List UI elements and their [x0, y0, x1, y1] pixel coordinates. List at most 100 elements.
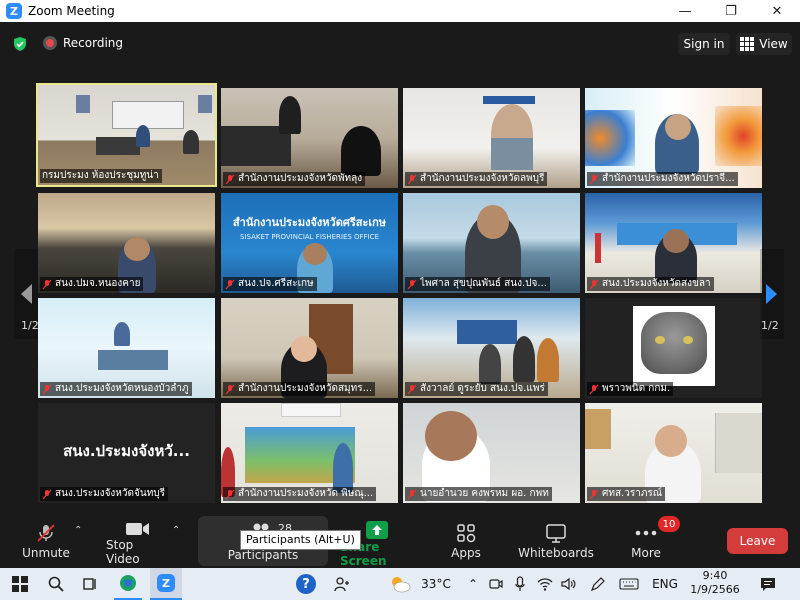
- video-tile[interactable]: สำนักงานประมงจังหวัดสมุทร...: [221, 298, 398, 398]
- participant-name: พราวพนิต กกม.: [602, 383, 671, 394]
- participants-label: Participants: [227, 548, 299, 562]
- muted-mic-icon: [407, 384, 417, 394]
- muted-mic-icon: [407, 174, 417, 184]
- view-label: View: [759, 37, 788, 51]
- grid-view-icon: [740, 37, 755, 51]
- participant-name: สังวาลย์ ดูระยับ สนง.ปจ.แพร่: [420, 383, 545, 394]
- wifi-icon[interactable]: [534, 568, 556, 600]
- view-button[interactable]: View: [736, 33, 792, 55]
- stop-video-button[interactable]: Stop Video: [106, 520, 170, 566]
- video-tile[interactable]: ศทส.วราภรณ์: [585, 403, 762, 503]
- office-sign-text: สำนักงานประมงจังหวัดศรีสะเกษ: [232, 216, 387, 229]
- video-options-caret-icon[interactable]: ⌃: [172, 525, 180, 536]
- video-tile[interactable]: สำนักงานประมงจังหวัด พิษณุ...: [221, 403, 398, 503]
- participant-name: สนง.ปมจ.หนองคาย: [55, 278, 141, 289]
- recording-label: Recording: [63, 36, 124, 50]
- zoom-app-icon[interactable]: Z: [150, 568, 182, 600]
- video-gallery: กรมประมง ห้องประชุมทูน่า สำนักงานประมงจั…: [0, 64, 800, 516]
- participant-name: สำนักงานประมงจังหวัดพัทลุง: [238, 173, 363, 184]
- video-tile[interactable]: กรมประมง ห้องประชุมทูน่า: [36, 83, 217, 187]
- participant-name-label: สำนักงานประมงจังหวัด พิษณุ...: [223, 487, 377, 501]
- arrow-right-icon: [766, 284, 777, 304]
- participant-name: สำนักงานประมงจังหวัดลพบุรี: [420, 173, 545, 184]
- participant-name-label: สำนักงานประมงจังหวัดลพบุรี: [405, 172, 548, 186]
- muted-mic-icon: [407, 279, 417, 289]
- audio-options-caret-icon[interactable]: ⌃: [74, 525, 82, 536]
- notifications-icon[interactable]: [754, 568, 782, 600]
- participant-name-label: ไพศาล สุขปุณพันธ์ สนง.ปจ...: [405, 277, 550, 291]
- participant-name-label: สำนักงานประมงจังหวัดสมุทร...: [223, 382, 376, 396]
- video-camera-icon: [126, 523, 149, 535]
- input-language-indicator[interactable]: ENG: [648, 568, 682, 600]
- video-tile[interactable]: สำนักงานประมงจังหวัดปราจี...: [585, 88, 762, 188]
- unmute-label: Unmute: [22, 546, 70, 560]
- participant-name: ศทส.วราภรณ์: [602, 488, 663, 499]
- participant-name: กรมประมง ห้องประชุมทูน่า: [42, 170, 159, 181]
- record-dot-icon: [43, 36, 57, 50]
- volume-icon[interactable]: [558, 568, 580, 600]
- apps-button[interactable]: Apps: [446, 520, 486, 564]
- browser-app-icon[interactable]: [114, 568, 142, 600]
- weather-icon[interactable]: [386, 568, 414, 600]
- participant-name: สนง.ปจ.ศรีสะเกษ: [238, 278, 314, 289]
- touch-keyboard-icon[interactable]: [616, 568, 642, 600]
- video-tile[interactable]: สังวาลย์ ดูระยับ สนง.ปจ.แพร่: [403, 298, 580, 398]
- participant-name-label: ศทส.วราภรณ์: [587, 487, 666, 501]
- whiteboards-button[interactable]: Whiteboards: [516, 520, 596, 564]
- close-button[interactable]: ✕: [754, 0, 800, 22]
- participant-name-label: สนง.ประมงจังหวัดหนองบัวลำภู: [40, 382, 192, 396]
- apps-icon: [457, 524, 476, 543]
- search-icon[interactable]: [42, 568, 70, 600]
- minimize-button[interactable]: —: [662, 0, 708, 22]
- video-tile[interactable]: สนง.ปมจ.หนองคาย: [38, 193, 215, 293]
- zoom-logo-icon: Z: [6, 3, 22, 19]
- help-icon[interactable]: ?: [292, 568, 320, 600]
- clock-date: 1/9/2566: [690, 583, 740, 596]
- participant-name-label: สนง.ปจ.ศรีสะเกษ: [223, 277, 317, 291]
- participant-name: สำนักงานประมงจังหวัดปราจี...: [602, 173, 735, 184]
- more-notification-badge: 10: [658, 516, 680, 532]
- microphone-muted-icon: [37, 524, 55, 542]
- participant-name-label: สังวาลย์ ดูระยับ สนง.ปจ.แพร่: [405, 382, 548, 396]
- muted-mic-icon: [589, 384, 599, 394]
- leave-button[interactable]: Leave: [727, 528, 788, 554]
- participant-display-name: สนง.ประมงจังหวั...: [63, 442, 190, 460]
- participant-name-label: พราวพนิต กกม.: [587, 382, 674, 396]
- video-tile[interactable]: สนง.ประมงจังหวัดหนองบัวลำภู: [38, 298, 215, 398]
- video-tile[interactable]: นายอำนวย คงพรหม ผอ. กพท: [403, 403, 580, 503]
- participant-name-label: สำนักงานประมงจังหวัดปราจี...: [587, 172, 738, 186]
- video-tile[interactable]: พราวพนิต กกม.: [585, 298, 762, 398]
- sign-in-button[interactable]: Sign in: [678, 33, 730, 55]
- maximize-button[interactable]: ❐: [708, 0, 754, 22]
- temperature-text[interactable]: 33°C: [416, 568, 456, 600]
- task-view-icon[interactable]: [76, 568, 104, 600]
- video-tile[interactable]: สนง.ประมงจังหวั... สนง.ประมงจังหวัดจันทบ…: [38, 403, 215, 503]
- participant-name: ไพศาล สุขปุณพันธ์ สนง.ปจ...: [420, 278, 547, 289]
- camera-in-use-icon[interactable]: [486, 568, 506, 600]
- office-sign-english: SISAKET PROVINCIAL FISHERIES OFFICE: [240, 233, 379, 241]
- participant-name-label: สนง.ปมจ.หนองคาย: [40, 277, 144, 291]
- video-tile[interactable]: สำนักงานประมงจังหวัดพัทลุง: [221, 88, 398, 188]
- microphone-in-use-icon[interactable]: [510, 568, 530, 600]
- participant-name-label: สนง.ประมงจังหวัดสงขลา: [587, 277, 714, 291]
- unmute-button[interactable]: Unmute: [22, 520, 70, 564]
- window-titlebar: Z Zoom Meeting — ❐ ✕: [0, 0, 800, 22]
- meeting-topbar: Recording Sign in View: [0, 22, 800, 64]
- windows-start-icon[interactable]: [6, 568, 34, 600]
- video-tile[interactable]: สนง.ประมงจังหวัดสงขลา: [585, 193, 762, 293]
- security-shield-icon[interactable]: [12, 36, 28, 52]
- video-tile[interactable]: ไพศาล สุขปุณพันธ์ สนง.ปจ...: [403, 193, 580, 293]
- video-tile[interactable]: สำนักงานประมงจังหวัดศรีสะเกษ SISAKET PRO…: [221, 193, 398, 293]
- muted-mic-icon: [42, 384, 52, 394]
- people-icon[interactable]: [330, 568, 354, 600]
- window-title: Zoom Meeting: [28, 4, 115, 18]
- show-hidden-icons-icon[interactable]: ⌃: [464, 568, 482, 600]
- participant-name: สำนักงานประมงจังหวัดสมุทร...: [238, 383, 373, 394]
- muted-mic-icon: [225, 174, 235, 184]
- pen-icon[interactable]: [586, 568, 610, 600]
- video-tile[interactable]: สำนักงานประมงจังหวัดลพบุรี: [403, 88, 580, 188]
- recording-indicator[interactable]: Recording: [43, 36, 123, 50]
- meeting-toolbar: Unmute ⌃ Stop Video ⌃ 28 Participants Sh…: [0, 516, 800, 568]
- share-screen-icon: [366, 521, 388, 539]
- taskbar-clock[interactable]: 9:40 1/9/2566: [690, 569, 740, 597]
